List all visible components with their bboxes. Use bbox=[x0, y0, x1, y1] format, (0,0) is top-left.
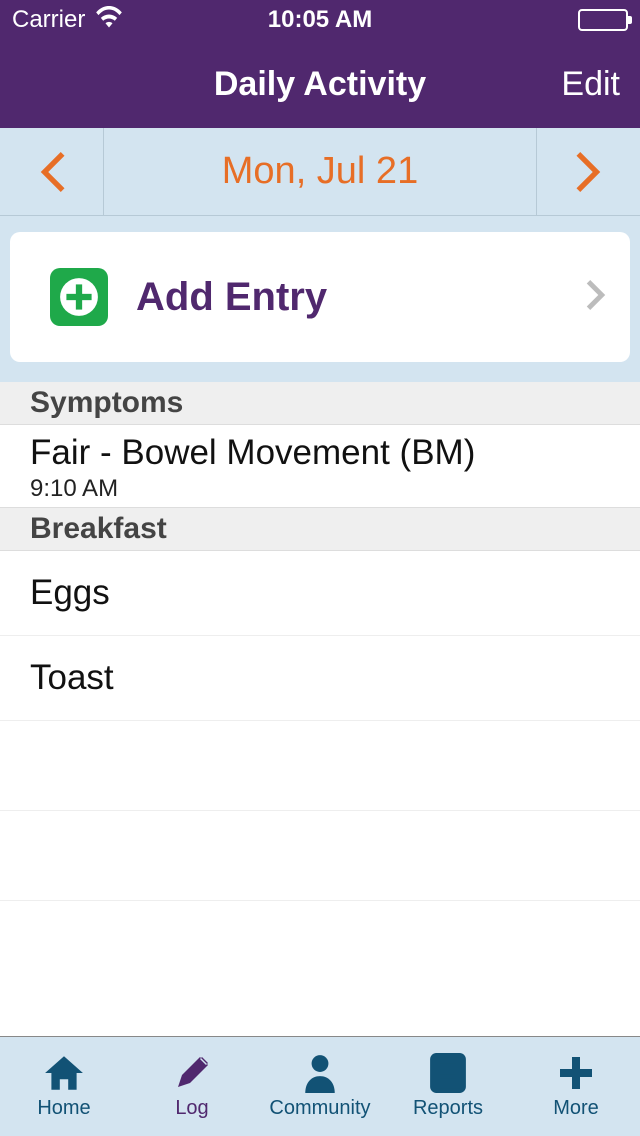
tab-label: Community bbox=[269, 1097, 370, 1120]
tab-more[interactable]: More bbox=[512, 1037, 640, 1136]
battery-icon bbox=[578, 9, 628, 31]
add-entry-section: Add Entry bbox=[0, 216, 640, 382]
clock: 10:05 AM bbox=[268, 6, 372, 34]
wifi-icon bbox=[95, 6, 123, 35]
section-header-breakfast: Breakfast bbox=[0, 508, 640, 551]
nav-bar: Daily Activity Edit bbox=[0, 40, 640, 128]
add-entry-button[interactable]: Add Entry bbox=[10, 232, 630, 362]
tab-reports[interactable]: Reports bbox=[384, 1037, 512, 1136]
symptom-entry[interactable]: Fair - Bowel Movement (BM) 9:10 AM bbox=[0, 425, 640, 508]
prev-day-button[interactable] bbox=[0, 128, 104, 215]
carrier-label: Carrier bbox=[12, 6, 85, 34]
empty-row bbox=[0, 811, 640, 901]
tab-log[interactable]: Log bbox=[128, 1037, 256, 1136]
entry-time: 9:10 AM bbox=[30, 475, 610, 503]
date-bar: Mon, Jul 21 bbox=[0, 128, 640, 216]
pencil-icon bbox=[172, 1053, 212, 1093]
tab-label: More bbox=[553, 1097, 599, 1120]
entry-title: Fair - Bowel Movement (BM) bbox=[30, 433, 610, 473]
status-bar: Carrier 10:05 AM bbox=[0, 0, 640, 40]
plus-icon bbox=[556, 1053, 596, 1093]
home-icon bbox=[43, 1053, 85, 1093]
person-icon bbox=[301, 1053, 339, 1093]
tab-label: Log bbox=[175, 1097, 208, 1120]
next-day-button[interactable] bbox=[536, 128, 640, 215]
tab-home[interactable]: Home bbox=[0, 1037, 128, 1136]
tab-community[interactable]: Community bbox=[256, 1037, 384, 1136]
plus-circle-icon bbox=[50, 268, 108, 326]
empty-row bbox=[0, 721, 640, 811]
section-header-symptoms: Symptoms bbox=[0, 382, 640, 425]
list-icon bbox=[430, 1053, 466, 1093]
page-title: Daily Activity bbox=[214, 65, 426, 104]
add-entry-label: Add Entry bbox=[136, 275, 327, 320]
food-item[interactable]: Toast bbox=[0, 636, 640, 721]
date-label[interactable]: Mon, Jul 21 bbox=[104, 128, 536, 215]
chevron-right-icon bbox=[586, 280, 606, 315]
edit-button[interactable]: Edit bbox=[561, 65, 620, 104]
food-item[interactable]: Eggs bbox=[0, 551, 640, 636]
tab-bar: Home Log Community Reports More bbox=[0, 1036, 640, 1136]
tab-label: Home bbox=[37, 1097, 90, 1120]
tab-label: Reports bbox=[413, 1097, 483, 1120]
